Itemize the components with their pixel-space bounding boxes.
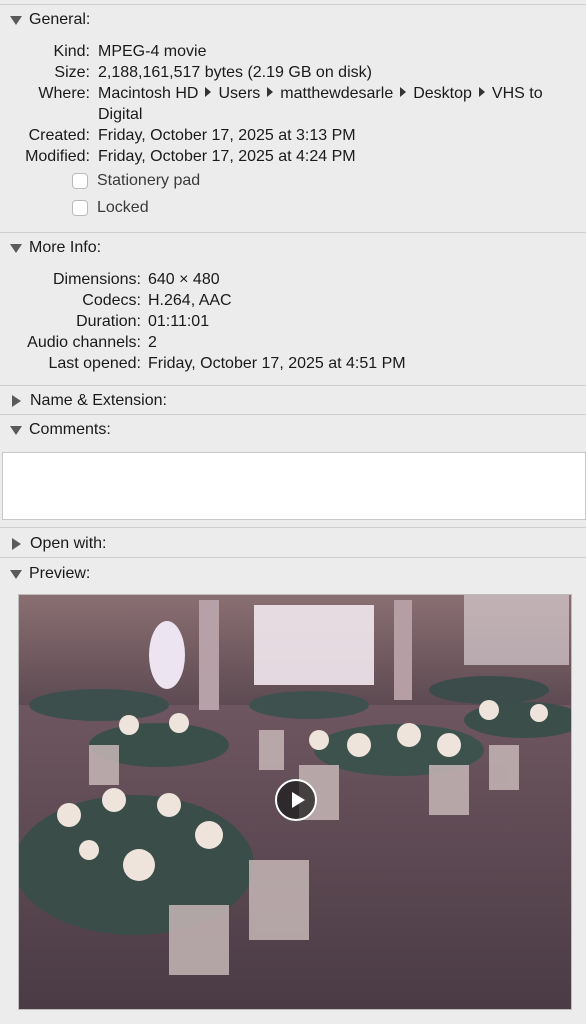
section-preview-title: Preview: (29, 565, 91, 582)
locked-checkbox[interactable]: Locked (72, 198, 149, 218)
dimensions-label: Dimensions: (52, 271, 141, 288)
audio-channels-row: Audio channels: 2 (0, 332, 157, 353)
where-label: Where: (38, 85, 90, 102)
checkbox-box[interactable] (72, 200, 88, 216)
section-comments-title: Comments: (29, 421, 111, 438)
audio-channels-label: Audio channels: (27, 334, 141, 351)
section-more-info-header[interactable]: More Info: (0, 236, 586, 260)
disclosure-triangle-right-icon[interactable] (12, 538, 21, 550)
divider (0, 557, 586, 558)
path-item: matthewdesarle (280, 85, 394, 102)
play-icon[interactable] (275, 779, 317, 821)
disclosure-triangle-down-icon[interactable] (10, 243, 22, 253)
path-arrow-icon (400, 87, 407, 97)
path-item: Users (218, 85, 261, 102)
section-comments-header[interactable]: Comments: (0, 418, 586, 442)
modified-row: Modified: Friday, October 17, 2025 at 4:… (0, 146, 356, 167)
section-general-header[interactable]: General: (0, 8, 586, 32)
last-opened-label: Last opened: (48, 355, 141, 372)
divider (0, 414, 586, 415)
where-row: Where: Macintosh HD Users matthewdesarle De… (0, 83, 576, 125)
section-preview-header[interactable]: Preview: (0, 562, 586, 586)
disclosure-triangle-down-icon[interactable] (10, 569, 22, 579)
kind-row: Kind: MPEG-4 movie (0, 41, 207, 62)
section-open-with-header[interactable]: Open with: (0, 532, 586, 556)
path-item: Desktop (413, 85, 472, 102)
kind-label: Kind: (53, 43, 90, 60)
disclosure-triangle-down-icon[interactable] (10, 15, 22, 25)
section-name-extension-title: Name & Extension: (30, 392, 167, 409)
created-value: Friday, October 17, 2025 at 3:13 PM (98, 127, 356, 144)
where-path: Macintosh HD Users matthewdesarle Desktop VH… (98, 83, 576, 125)
disclosure-triangle-down-icon[interactable] (10, 425, 22, 435)
stationery-pad-checkbox[interactable]: Stationery pad (72, 171, 200, 191)
size-row: Size: 2,188,161,517 bytes (2.19 GB on di… (0, 62, 372, 83)
codecs-value: H.264, AAC (148, 292, 232, 309)
duration-row: Duration: 01:11:01 (0, 311, 209, 332)
kind-value: MPEG-4 movie (98, 43, 207, 60)
path-item: Macintosh HD (98, 85, 199, 102)
duration-value: 01:11:01 (148, 313, 210, 330)
divider (0, 527, 586, 528)
modified-label: Modified: (25, 148, 90, 165)
comments-textarea[interactable] (2, 452, 586, 520)
duration-label: Duration: (76, 313, 141, 330)
audio-channels-value: 2 (148, 334, 157, 351)
section-general-title: General: (29, 11, 91, 28)
disclosure-triangle-right-icon[interactable] (12, 395, 21, 407)
section-open-with-title: Open with: (30, 535, 107, 552)
path-arrow-icon (205, 87, 212, 97)
last-opened-value: Friday, October 17, 2025 at 4:51 PM (148, 355, 406, 372)
modified-value: Friday, October 17, 2025 at 4:24 PM (98, 148, 356, 165)
top-divider (0, 4, 586, 5)
divider (0, 385, 586, 386)
created-row: Created: Friday, October 17, 2025 at 3:1… (0, 125, 356, 146)
size-value: 2,188,161,517 bytes (2.19 GB on disk) (98, 64, 372, 81)
section-more-info-title: More Info: (29, 239, 102, 256)
dimensions-row: Dimensions: 640 × 480 (0, 269, 220, 290)
codecs-row: Codecs: H.264, AAC (0, 290, 232, 311)
codecs-label: Codecs: (82, 292, 141, 309)
dimensions-value: 640 × 480 (148, 271, 220, 288)
section-name-extension-header[interactable]: Name & Extension: (0, 389, 586, 413)
divider (0, 232, 586, 233)
stationery-pad-label: Stationery pad (97, 172, 201, 189)
path-arrow-icon (267, 87, 274, 97)
locked-label: Locked (97, 199, 149, 216)
path-arrow-icon (478, 87, 485, 97)
created-label: Created: (28, 127, 90, 144)
last-opened-row: Last opened: Friday, October 17, 2025 at… (0, 353, 406, 374)
checkbox-box[interactable] (72, 173, 88, 189)
size-label: Size: (54, 64, 90, 81)
